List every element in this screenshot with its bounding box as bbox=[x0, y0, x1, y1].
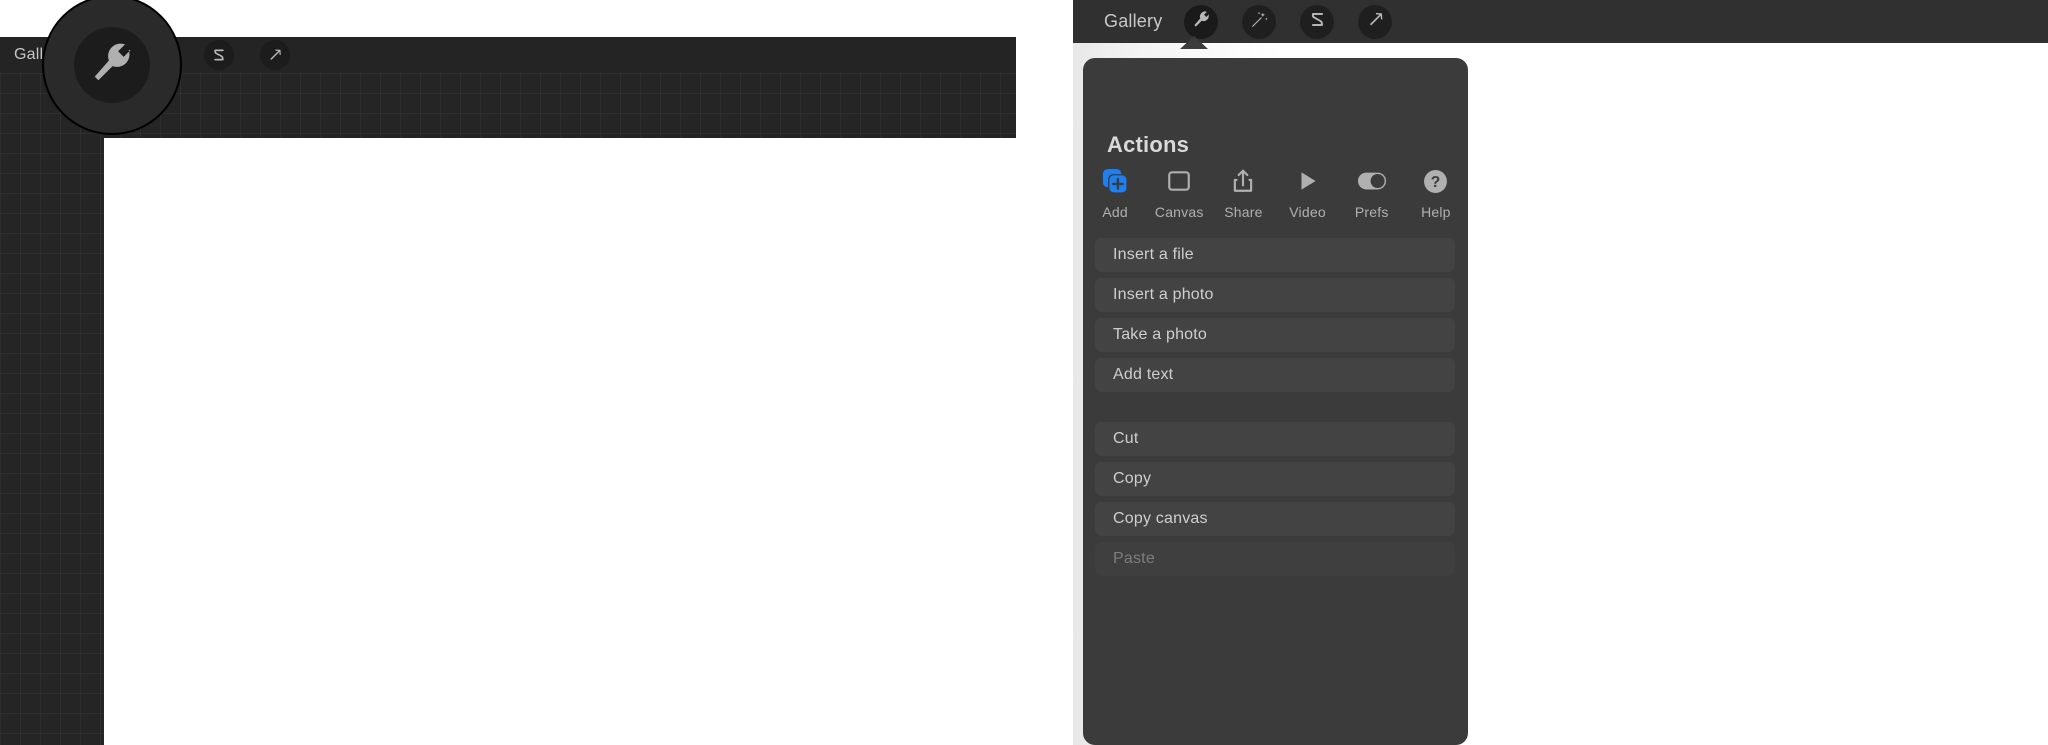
wrench-icon bbox=[1192, 10, 1211, 34]
wrench-icon bbox=[89, 40, 135, 91]
transform-icon bbox=[267, 47, 283, 63]
canvas-action-button[interactable]: Canvas bbox=[1148, 166, 1210, 220]
selection-icon bbox=[211, 47, 227, 63]
help-action-label: Help bbox=[1421, 204, 1451, 220]
add-icon bbox=[1102, 166, 1129, 196]
video-action-label: Video bbox=[1289, 204, 1326, 220]
menu-item-cut[interactable]: Cut bbox=[1095, 422, 1455, 456]
transform-button[interactable] bbox=[1358, 4, 1393, 39]
menu-item-copy[interactable]: Copy bbox=[1095, 462, 1455, 496]
menu-group-clipboard: Cut Copy Copy canvas Paste bbox=[1095, 422, 1455, 582]
menu-group-insert: Insert a file Insert a photo Take a phot… bbox=[1095, 238, 1455, 398]
drawing-canvas[interactable] bbox=[104, 138, 1016, 745]
share-action-button[interactable]: Share bbox=[1212, 166, 1274, 220]
menu-item-add-text[interactable]: Add text bbox=[1095, 358, 1455, 392]
transform-icon bbox=[1366, 10, 1385, 34]
video-icon bbox=[1295, 166, 1321, 196]
screenshot-root: Gallery Gallery Actions Add Canvas Share… bbox=[0, 0, 2048, 745]
svg-text:?: ? bbox=[1431, 174, 1441, 191]
magic-wand-button[interactable] bbox=[1242, 4, 1277, 39]
menu-item-insert-file[interactable]: Insert a file bbox=[1095, 238, 1455, 272]
wrench-button[interactable] bbox=[1184, 4, 1219, 39]
right-screenshot-pane: Gallery Actions Add Canvas Share Video P… bbox=[1073, 0, 2048, 745]
panel-icon-row: Add Canvas Share Video Prefs ? Help bbox=[1083, 166, 1468, 228]
selection-button[interactable] bbox=[204, 40, 235, 70]
prefs-action-label: Prefs bbox=[1354, 204, 1389, 220]
canvas-icon bbox=[1166, 166, 1192, 196]
share-icon bbox=[1230, 166, 1256, 196]
add-action-button[interactable]: Add bbox=[1084, 166, 1146, 220]
transform-button[interactable] bbox=[260, 40, 291, 70]
magnified-wrench-button bbox=[74, 27, 150, 103]
help-action-button[interactable]: ? Help bbox=[1405, 166, 1467, 220]
app-toolbar-zoomed: Gallery bbox=[1073, 0, 2048, 43]
magnifier-bubble-wrench bbox=[42, 0, 182, 135]
canvas-action-label: Canvas bbox=[1154, 204, 1204, 220]
menu-item-copy-canvas[interactable]: Copy canvas bbox=[1095, 502, 1455, 536]
prefs-icon bbox=[1357, 166, 1387, 196]
actions-dropdown-panel: Actions Add Canvas Share Video Prefs ? H… bbox=[1083, 58, 1468, 745]
menu-item-paste: Paste bbox=[1095, 542, 1455, 576]
selection-button[interactable] bbox=[1300, 4, 1335, 39]
panel-title: Actions bbox=[1107, 132, 1190, 157]
share-action-label: Share bbox=[1224, 204, 1263, 220]
left-screenshot-pane: Gallery bbox=[0, 0, 1016, 745]
menu-item-take-photo[interactable]: Take a photo bbox=[1095, 318, 1455, 352]
menu-item-insert-photo[interactable]: Insert a photo bbox=[1095, 278, 1455, 312]
dropdown-caret bbox=[1180, 36, 1208, 49]
prefs-action-button[interactable]: Prefs bbox=[1341, 166, 1403, 220]
add-action-label: Add bbox=[1102, 204, 1128, 220]
video-action-button[interactable]: Video bbox=[1277, 166, 1339, 220]
help-icon: ? bbox=[1423, 166, 1448, 196]
selection-icon bbox=[1308, 10, 1327, 34]
gallery-label[interactable]: Gallery bbox=[1104, 11, 1162, 32]
magic-wand-icon bbox=[1250, 10, 1269, 34]
